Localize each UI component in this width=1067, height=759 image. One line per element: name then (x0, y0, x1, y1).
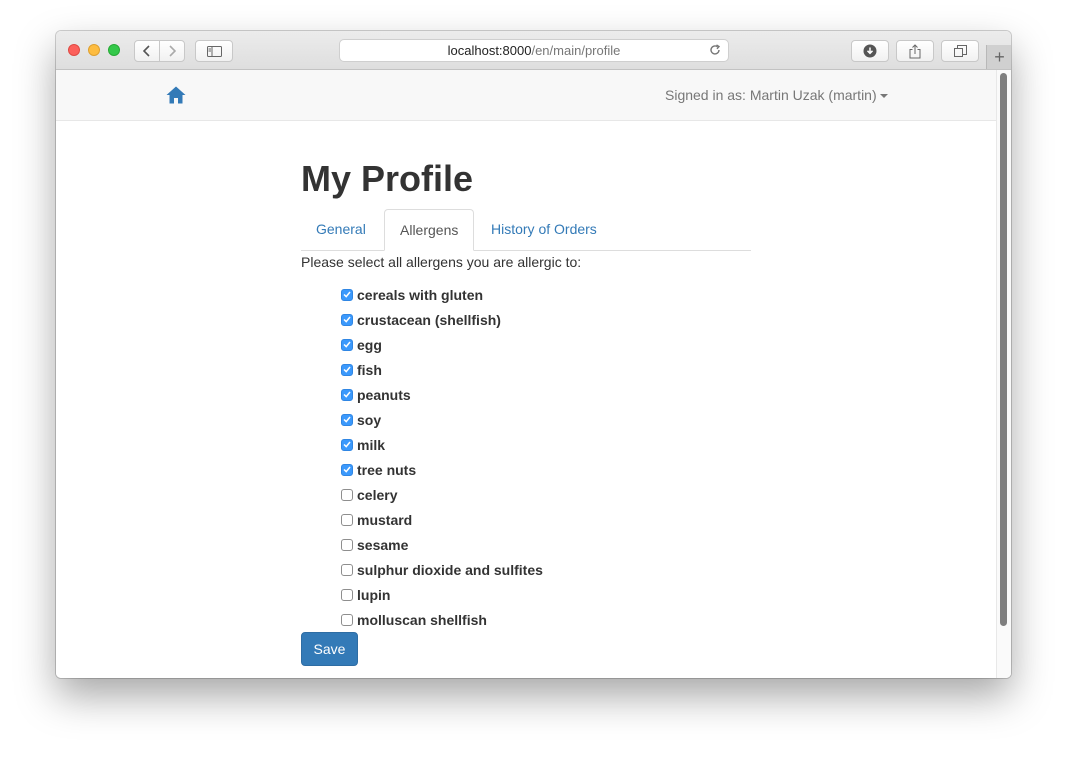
tab-allergens[interactable]: Allergens (384, 209, 475, 251)
minimize-window-button[interactable] (88, 44, 100, 56)
allergen-list: cereals with gluten crustacean (shellfish… (341, 282, 543, 632)
show-tabs-button[interactable] (941, 40, 979, 62)
browser-toolbar: localhost:8000/en/main/profile + (56, 31, 1011, 70)
sidebar-icon (206, 45, 222, 57)
scrollbar-thumb[interactable] (1000, 73, 1007, 626)
allergen-label: soy (357, 411, 382, 428)
allergen-option[interactable]: celery (341, 482, 543, 507)
allergen-label: egg (357, 336, 382, 353)
tab-general[interactable]: General (301, 209, 381, 250)
checkbox-checked[interactable] (341, 288, 353, 301)
browser-window: localhost:8000/en/main/profile + Signed … (56, 31, 1011, 678)
allergen-label: molluscan shellfish (357, 611, 487, 628)
chevron-left-icon (143, 45, 150, 57)
checkbox-checked[interactable] (341, 313, 353, 326)
url-host: localhost:8000 (447, 43, 532, 58)
home-icon (166, 86, 186, 104)
sidebar-toggle-button[interactable] (195, 40, 233, 62)
checkbox-unchecked[interactable] (341, 588, 353, 601)
checkbox-checked[interactable] (341, 463, 353, 476)
address-bar[interactable]: localhost:8000/en/main/profile (339, 39, 729, 62)
share-button[interactable] (896, 40, 934, 62)
checkmark-icon (343, 466, 351, 473)
chevron-right-icon (169, 45, 176, 57)
allergen-option[interactable]: egg (341, 332, 543, 357)
checkbox-checked[interactable] (341, 413, 353, 426)
download-icon (863, 44, 877, 58)
checkbox-unchecked[interactable] (341, 488, 353, 501)
allergen-option[interactable]: mustard (341, 507, 543, 532)
allergen-option[interactable]: tree nuts (341, 457, 543, 482)
allergen-label: sulphur dioxide and sulfites (357, 561, 543, 578)
downloads-button[interactable] (851, 40, 889, 62)
allergen-option[interactable]: fish (341, 357, 543, 382)
caret-down-icon (879, 94, 888, 99)
new-tab-button[interactable]: + (986, 45, 1011, 69)
allergen-label: mustard (357, 511, 413, 528)
share-icon (909, 43, 921, 58)
checkmark-icon (343, 416, 351, 423)
allergen-label: fish (357, 361, 382, 378)
checkbox-checked[interactable] (341, 388, 353, 401)
checkbox-checked[interactable] (341, 363, 353, 376)
checkmark-icon (343, 441, 351, 448)
page-title: My Profile (301, 158, 474, 199)
checkmark-icon (343, 316, 351, 323)
checkmark-icon (343, 366, 351, 373)
user-menu-toggle[interactable]: Signed in as: Martin Uzak (martin) (665, 87, 888, 103)
allergen-label: sesame (357, 536, 409, 553)
profile-tabs: General Allergens History of Orders (301, 209, 751, 251)
forward-button[interactable] (159, 40, 185, 62)
allergen-option[interactable]: sesame (341, 532, 543, 557)
checkmark-icon (343, 341, 351, 348)
checkmark-icon (343, 391, 351, 398)
allergen-option[interactable]: lupin (341, 582, 543, 607)
checkbox-checked[interactable] (341, 438, 353, 451)
close-window-button[interactable] (68, 44, 80, 56)
allergen-label: celery (357, 486, 398, 503)
checkbox-checked[interactable] (341, 338, 353, 351)
web-page: Signed in as: Martin Uzak (martin) My Pr… (56, 70, 1011, 678)
allergen-label: peanuts (357, 386, 411, 403)
allergen-prompt: Please select all allergens you are alle… (301, 254, 582, 270)
allergen-option[interactable]: peanuts (341, 382, 543, 407)
url-path: /en/main/profile (531, 43, 621, 58)
tabs-overview-icon (953, 44, 967, 57)
save-button[interactable]: Save (301, 632, 358, 666)
checkbox-unchecked[interactable] (341, 513, 353, 526)
reload-icon[interactable] (708, 43, 722, 57)
checkbox-unchecked[interactable] (341, 563, 353, 576)
allergen-label: crustacean (shellfish) (357, 311, 501, 328)
allergen-option[interactable]: crustacean (shellfish) (341, 307, 543, 332)
checkmark-icon (343, 291, 351, 298)
back-button[interactable] (134, 40, 160, 62)
tab-history-of-orders[interactable]: History of Orders (476, 209, 612, 250)
home-link[interactable] (165, 85, 187, 105)
checkbox-unchecked[interactable] (341, 613, 353, 626)
allergen-option[interactable]: molluscan shellfish (341, 607, 543, 632)
allergen-option[interactable]: soy (341, 407, 543, 432)
site-navbar: Signed in as: Martin Uzak (martin) (56, 70, 996, 121)
allergen-label: tree nuts (357, 461, 417, 478)
allergen-option[interactable]: milk (341, 432, 543, 457)
signed-in-label: Signed in as: Martin Uzak (martin) (665, 87, 877, 103)
allergen-option[interactable]: cereals with gluten (341, 282, 543, 307)
allergen-option[interactable]: sulphur dioxide and sulfites (341, 557, 543, 582)
checkbox-unchecked[interactable] (341, 538, 353, 551)
maximize-window-button[interactable] (108, 44, 120, 56)
allergen-label: milk (357, 436, 386, 453)
allergen-label: cereals with gluten (357, 286, 484, 303)
allergen-label: lupin (357, 586, 391, 603)
